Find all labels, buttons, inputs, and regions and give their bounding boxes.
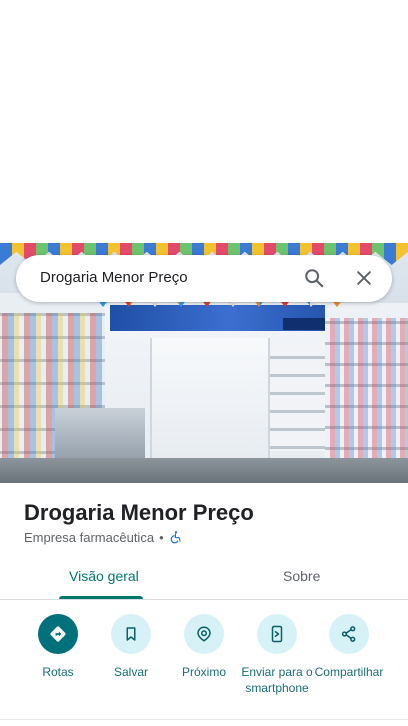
- place-category[interactable]: Empresa farmacêutica: [24, 530, 154, 545]
- place-title: Drogaria Menor Preço: [24, 500, 254, 525]
- save-label: Salvar: [113, 665, 148, 679]
- nearby-button[interactable]: Próximo: [164, 610, 244, 680]
- send-to-phone-button[interactable]: Enviar para o smartphone: [237, 610, 317, 696]
- tab-bar: Visão geral Sobre: [0, 560, 408, 600]
- place-subtitle: Empresa farmacêutica •: [24, 529, 183, 545]
- active-tab-indicator: [59, 596, 143, 599]
- nearby-icon: [197, 626, 211, 642]
- separator-dot: •: [159, 529, 164, 545]
- bookmark-icon: [126, 627, 136, 641]
- place-page: Drogaria Menor Preço Drogaria Menor Preç…: [0, 0, 408, 726]
- divider: [0, 719, 408, 720]
- save-button[interactable]: Salvar: [91, 610, 171, 680]
- nearby-label: Próximo: [181, 665, 226, 679]
- search-bar[interactable]: Drogaria Menor Preço: [16, 255, 392, 302]
- close-icon[interactable]: [354, 268, 374, 288]
- map-area-blank: [0, 0, 408, 243]
- send-to-phone-label: Enviar para o smartphone: [241, 665, 313, 695]
- directions-button[interactable]: Rotas: [18, 610, 98, 680]
- tab-overview[interactable]: Visão geral: [69, 568, 139, 584]
- action-buttons: Rotas Salvar Próximo Enviar para o smart…: [0, 610, 408, 710]
- tab-about[interactable]: Sobre: [283, 568, 320, 584]
- search-input[interactable]: Drogaria Menor Preço: [40, 269, 188, 286]
- directions-label: Rotas: [42, 665, 74, 679]
- share-icon: [341, 626, 356, 642]
- send-to-phone-icon: [271, 625, 283, 643]
- share-button[interactable]: Compartilhar: [309, 610, 389, 680]
- wheelchair-accessible-icon[interactable]: [169, 530, 183, 544]
- share-label: Compartilhar: [314, 665, 384, 679]
- search-icon[interactable]: [303, 267, 325, 289]
- directions-icon: [50, 626, 66, 642]
